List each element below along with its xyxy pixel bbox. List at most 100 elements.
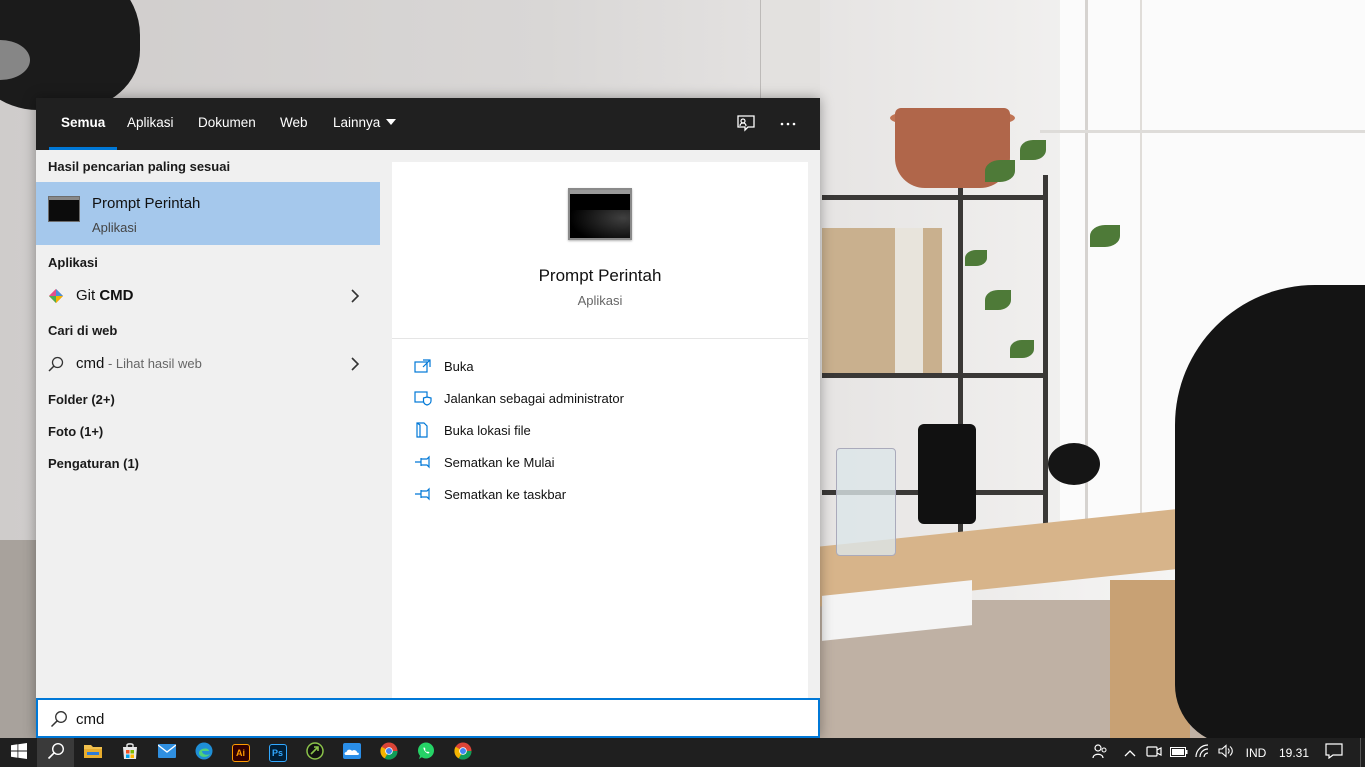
tab-documents[interactable]: Dokumen <box>198 98 256 150</box>
more-options-icon[interactable] <box>776 112 800 136</box>
preview-subtitle: Aplikasi <box>577 293 623 308</box>
taskbar-edge[interactable] <box>185 738 222 767</box>
search-input[interactable] <box>76 706 776 732</box>
start-icon <box>10 743 27 762</box>
show-desktop-button[interactable] <box>1360 738 1365 767</box>
chrome-icon <box>379 742 398 763</box>
people-button[interactable] <box>1088 738 1112 767</box>
result-preview-panel: Prompt Perintah Aplikasi Buka Jalankan s… <box>392 162 808 698</box>
apps-heading: Aplikasi <box>48 255 98 270</box>
web-query-text: cmd <box>76 355 105 372</box>
store-icon <box>121 742 139 763</box>
chevron-right-icon[interactable] <box>348 357 362 371</box>
clock-time: 19.31 <box>1278 745 1310 760</box>
action-pin-to-taskbar[interactable]: Sematkan ke taskbar <box>414 482 794 510</box>
command-prompt-icon <box>48 196 80 222</box>
tab-apps[interactable]: Aplikasi <box>127 98 174 150</box>
clock-button[interactable]: 19.31 <box>1274 738 1314 767</box>
file-explorer-icon <box>83 743 102 762</box>
feedback-icon[interactable] <box>734 112 758 136</box>
action-open-file-location[interactable]: Buka lokasi file <box>414 418 794 446</box>
input-language-button[interactable]: IND <box>1240 738 1272 767</box>
caret-down-icon <box>386 119 397 126</box>
results-list: Hasil pencarian paling sesuai Prompt Per… <box>36 150 380 698</box>
notification-icon <box>1325 743 1343 762</box>
wifi-icon <box>1195 744 1211 761</box>
search-flyout: Semua Aplikasi Dokumen Web Lainnya Hasil… <box>36 98 820 738</box>
taskbar-file-explorer[interactable] <box>74 738 111 767</box>
divider <box>392 338 808 339</box>
tab-more[interactable]: Lainnya <box>333 98 397 150</box>
best-match-subtitle: Aplikasi <box>92 220 137 235</box>
app-result-match: CMD <box>99 287 134 304</box>
git-icon <box>48 288 64 304</box>
taskbar-whatsapp[interactable] <box>407 738 444 767</box>
tab-all[interactable]: Semua <box>48 98 118 150</box>
command-prompt-icon <box>568 188 632 240</box>
web-result-cmd[interactable]: cmd - Lihat hasil web <box>36 347 380 381</box>
language-label: IND <box>1245 745 1267 760</box>
search-filter-bar: Semua Aplikasi Dokumen Web Lainnya <box>36 98 820 150</box>
search-icon <box>50 710 68 728</box>
edge-icon <box>195 742 213 763</box>
wallpaper-chair <box>1175 285 1365 745</box>
action-pin-to-start[interactable]: Sematkan ke Mulai <box>414 450 794 478</box>
volume-button[interactable] <box>1215 738 1237 767</box>
category-photos[interactable]: Foto (1+) <box>48 424 103 439</box>
camera-icon <box>1146 744 1162 761</box>
wallpaper-lamp <box>0 0 140 110</box>
meet-now-button[interactable] <box>1144 738 1164 767</box>
web-query-suffix: - Lihat hasil web <box>104 356 202 371</box>
open-icon <box>414 358 432 374</box>
taskbar-chrome-2[interactable] <box>444 738 481 767</box>
taskbar-mail[interactable] <box>148 738 185 767</box>
search-box[interactable] <box>36 698 820 738</box>
preview-title: Prompt Perintah <box>538 266 662 285</box>
taskbar-app[interactable] <box>296 738 333 767</box>
app-icon <box>305 742 324 763</box>
action-open-label: Buka <box>444 359 474 374</box>
app-result-git-cmd[interactable]: Git CMD <box>36 279 380 313</box>
taskbar-illustrator[interactable]: Ai <box>222 738 259 767</box>
search-icon <box>47 742 65 763</box>
pin-icon <box>414 486 432 502</box>
app-result-prefix: Git <box>76 287 100 304</box>
action-run-as-admin-label: Jalankan sebagai administrator <box>444 391 624 406</box>
web-result-label: cmd - Lihat hasil web <box>76 355 202 372</box>
action-open[interactable]: Buka <box>414 354 794 382</box>
battery-icon <box>1170 746 1188 760</box>
category-settings[interactable]: Pengaturan (1) <box>48 456 139 471</box>
tab-web[interactable]: Web <box>280 98 308 150</box>
action-pin-to-start-label: Sematkan ke Mulai <box>444 455 555 470</box>
show-hidden-icons-button[interactable] <box>1120 738 1140 767</box>
taskbar: Ai Ps IND 19.31 <box>0 738 1365 767</box>
taskbar-store[interactable] <box>111 738 148 767</box>
chevron-up-icon <box>1124 746 1136 760</box>
people-icon <box>1092 743 1108 762</box>
taskbar-chrome[interactable] <box>370 738 407 767</box>
taskbar-onedrive[interactable] <box>333 738 370 767</box>
best-match-result[interactable]: Prompt Perintah Aplikasi <box>36 182 380 245</box>
whatsapp-icon <box>417 742 435 763</box>
web-heading: Cari di web <box>48 323 118 338</box>
file-location-icon <box>414 422 432 438</box>
onedrive-icon <box>342 743 361 762</box>
action-run-as-admin[interactable]: Jalankan sebagai administrator <box>414 386 794 414</box>
pin-icon <box>414 454 432 470</box>
action-open-file-location-label: Buka lokasi file <box>444 423 531 438</box>
network-button[interactable] <box>1193 738 1213 767</box>
chrome-icon <box>453 742 472 763</box>
battery-button[interactable] <box>1168 738 1190 767</box>
category-folders[interactable]: Folder (2+) <box>48 392 115 407</box>
app-result-label: Git CMD <box>76 287 134 304</box>
chevron-right-icon[interactable] <box>348 289 362 303</box>
taskbar-search-button[interactable] <box>37 738 74 767</box>
best-match-title: Prompt Perintah <box>92 195 201 212</box>
taskbar-photoshop[interactable]: Ps <box>259 738 296 767</box>
illustrator-icon: Ai <box>231 743 250 762</box>
run-as-admin-icon <box>414 390 432 406</box>
speaker-icon <box>1218 744 1234 761</box>
start-button[interactable] <box>0 738 37 767</box>
mail-icon <box>157 744 176 761</box>
action-center-button[interactable] <box>1320 738 1348 767</box>
